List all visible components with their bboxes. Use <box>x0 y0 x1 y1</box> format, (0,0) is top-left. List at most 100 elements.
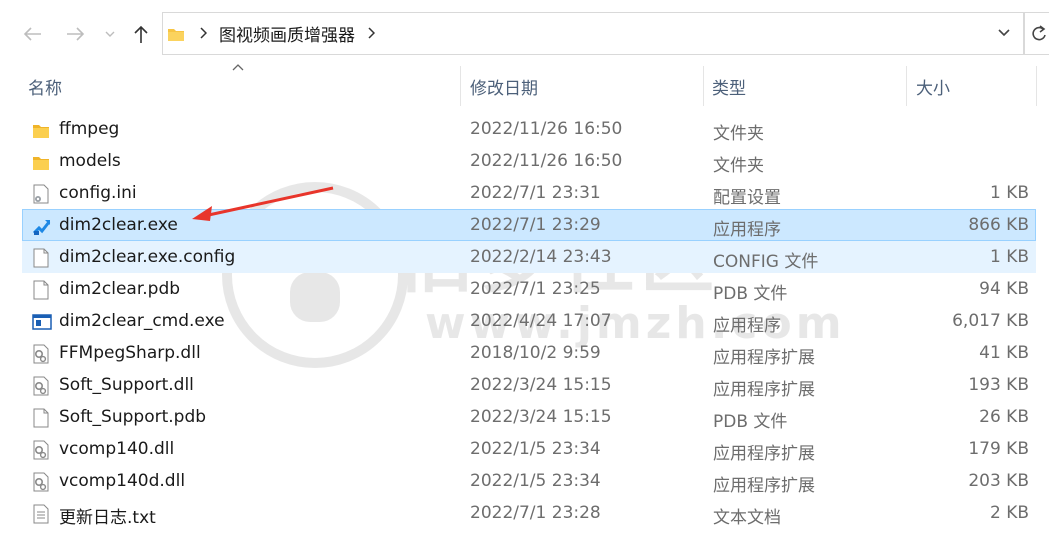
file-type: 应用程序 <box>713 316 781 336</box>
navigation-bar: 图视频画质增强器 <box>0 0 1049 60</box>
arrow-right-icon <box>67 27 85 41</box>
file-date: 2022/3/24 15:15 <box>470 407 612 427</box>
refresh-button[interactable] <box>1024 12 1049 55</box>
file-row[interactable]: 更新日志.txt 2022/7/1 23:28 文本文档 2 KB <box>22 497 1036 529</box>
file-row[interactable]: ffmpeg 2022/11/26 16:50 文件夹 <box>22 113 1036 145</box>
file-type: PDB 文件 <box>713 412 788 432</box>
file-type: 应用程序扩展 <box>713 348 815 368</box>
file-icon <box>32 280 50 300</box>
sort-ascending-icon <box>232 60 244 74</box>
column-date[interactable]: 修改日期 <box>470 74 538 99</box>
file-size: 6,017 KB <box>952 311 1029 331</box>
file-date: 2022/11/26 16:50 <box>470 151 623 171</box>
file-name: vcomp140d.dll <box>59 471 186 491</box>
file-date: 2022/7/1 23:25 <box>470 279 601 299</box>
column-name[interactable]: 名称 <box>28 74 62 99</box>
file-size: 866 KB <box>968 215 1029 235</box>
file-row[interactable]: config.ini 2022/7/1 23:31 配置设置 1 KB <box>22 177 1036 209</box>
file-name: FFMpegSharp.dll <box>59 343 201 363</box>
refresh-icon <box>1032 24 1046 40</box>
arrow-left-icon <box>23 27 41 41</box>
file-size: 179 KB <box>968 439 1029 459</box>
file-size: 94 KB <box>979 279 1029 299</box>
file-type: PDB 文件 <box>713 284 788 304</box>
chevron-right-icon[interactable] <box>199 24 208 43</box>
file-date: 2022/7/1 23:29 <box>470 215 601 235</box>
arrow-up-icon <box>134 25 148 43</box>
file-row[interactable]: models 2022/11/26 16:50 文件夹 <box>22 145 1036 177</box>
file-icon <box>32 408 50 428</box>
file-date: 2022/1/5 23:34 <box>470 439 601 459</box>
file-row[interactable]: FFMpegSharp.dll 2018/10/2 9:59 应用程序扩展 41 KB <box>22 337 1036 369</box>
dll-file-icon <box>32 440 50 460</box>
file-row[interactable]: dim2clear_cmd.exe 2022/4/24 17:07 应用程序 6,01… <box>22 305 1036 337</box>
file-type: 文件夹 <box>713 156 764 176</box>
file-date: 2022/7/1 23:28 <box>470 503 601 523</box>
column-type[interactable]: 类型 <box>712 74 746 99</box>
file-explorer-window: 图视频画质增强器 名称 修改日期 类型 大小 旧 <box>0 0 1049 537</box>
file-name: dim2clear.pdb <box>59 279 181 299</box>
file-name: 更新日志.txt <box>59 508 156 528</box>
up-button[interactable] <box>128 20 154 48</box>
chevron-right-icon[interactable] <box>367 24 376 43</box>
file-row[interactable]: vcomp140d.dll 2022/1/5 23:34 应用程序扩展 203 KB <box>22 465 1036 497</box>
file-type: 应用程序 <box>713 220 781 240</box>
file-date: 2022/1/5 23:34 <box>470 471 601 491</box>
file-type: 应用程序扩展 <box>713 380 815 400</box>
file-size: 203 KB <box>968 471 1029 491</box>
file-type: 文本文档 <box>713 508 781 528</box>
breadcrumb-current-folder[interactable]: 图视频画质增强器 <box>219 21 355 46</box>
file-size: 26 KB <box>979 407 1029 427</box>
file-size: 41 KB <box>979 343 1029 363</box>
file-name: dim2clear_cmd.exe <box>59 311 225 331</box>
recent-locations-button[interactable] <box>102 20 118 48</box>
file-row[interactable]: Soft_Support.pdb 2022/3/24 15:15 PDB 文件 26 … <box>22 401 1036 433</box>
address-history-dropdown[interactable] <box>997 23 1011 42</box>
file-name: ffmpeg <box>59 119 120 139</box>
file-type: 文件夹 <box>713 124 764 144</box>
file-date: 2022/4/24 17:07 <box>470 311 612 331</box>
column-divider[interactable] <box>906 66 907 106</box>
chevron-down-icon <box>105 31 115 37</box>
forward-button[interactable] <box>62 20 90 48</box>
file-name: Soft_Support.dll <box>59 375 194 395</box>
file-name: dim2clear.exe <box>59 215 178 235</box>
dll-file-icon <box>32 376 50 396</box>
folder-icon <box>32 152 50 172</box>
file-name: models <box>59 151 121 171</box>
address-bar[interactable]: 图视频画质增强器 <box>162 12 1024 55</box>
text-file-icon <box>32 504 50 524</box>
file-row[interactable]: dim2clear.exe 2022/7/1 23:29 应用程序 866 KB <box>22 209 1036 241</box>
file-icon <box>32 248 50 268</box>
file-type: CONFIG 文件 <box>713 252 819 272</box>
file-date: 2022/2/14 23:43 <box>470 247 612 267</box>
file-name: Soft_Support.pdb <box>59 407 207 427</box>
file-date: 2018/10/2 9:59 <box>470 343 601 363</box>
file-type: 应用程序扩展 <box>713 476 815 496</box>
file-date: 2022/3/24 15:15 <box>470 375 612 395</box>
file-date: 2022/7/1 23:31 <box>470 183 601 203</box>
column-size[interactable]: 大小 <box>916 74 950 99</box>
file-list: ffmpeg 2022/11/26 16:50 文件夹 models 2022/11/2… <box>22 113 1036 529</box>
file-row[interactable]: dim2clear.exe.config 2022/2/14 23:43 CONFI… <box>22 241 1036 273</box>
column-divider[interactable] <box>460 66 461 106</box>
file-size: 1 KB <box>989 247 1029 267</box>
file-date: 2022/11/26 16:50 <box>470 119 623 139</box>
column-divider[interactable] <box>1036 66 1037 106</box>
dll-file-icon <box>32 472 50 492</box>
file-size: 2 KB <box>989 503 1029 523</box>
column-divider[interactable] <box>703 66 704 106</box>
file-row[interactable]: dim2clear.pdb 2022/7/1 23:25 PDB 文件 94 KB <box>22 273 1036 305</box>
app-icon <box>32 216 51 236</box>
back-button[interactable] <box>18 20 46 48</box>
exe-window-icon <box>32 312 52 332</box>
file-row[interactable]: vcomp140.dll 2022/1/5 23:34 应用程序扩展 179 KB <box>22 433 1036 465</box>
file-size: 1 KB <box>989 183 1029 203</box>
file-row[interactable]: Soft_Support.dll 2022/3/24 15:15 应用程序扩展 193… <box>22 369 1036 401</box>
folder-icon <box>167 26 185 42</box>
chevron-down-icon <box>998 29 1010 37</box>
file-name: vcomp140.dll <box>59 439 175 459</box>
file-name: dim2clear.exe.config <box>59 247 236 267</box>
dll-file-icon <box>32 344 50 364</box>
folder-icon <box>32 120 50 140</box>
